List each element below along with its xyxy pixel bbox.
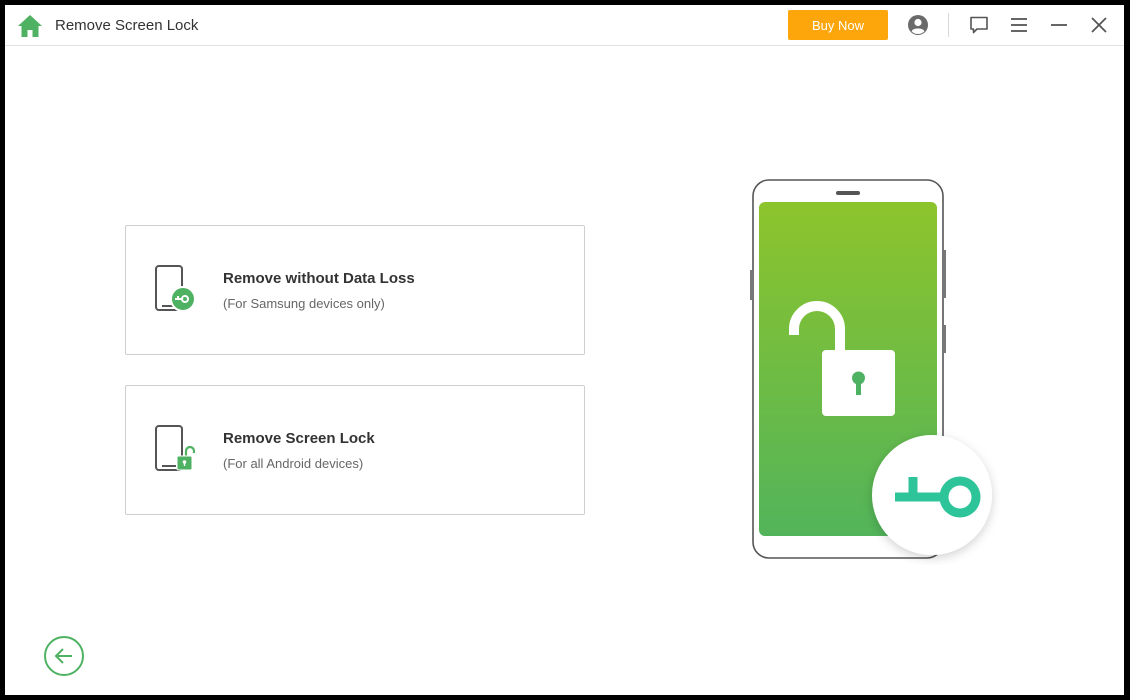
home-icon[interactable]	[17, 14, 43, 38]
option-title: Remove Screen Lock	[223, 430, 375, 447]
minimize-icon[interactable]	[1048, 14, 1070, 36]
back-arrow-icon[interactable]	[43, 635, 85, 677]
buy-now-button[interactable]: Buy Now	[788, 10, 888, 40]
close-icon[interactable]	[1088, 14, 1110, 36]
app-title: Remove Screen Lock	[55, 17, 199, 34]
feedback-icon[interactable]	[968, 14, 990, 36]
title-bar: Remove Screen Lock Buy Now	[5, 5, 1124, 46]
option-remove-without-data-loss[interactable]: Remove without Data Loss (For Samsung de…	[125, 225, 585, 355]
toolbar-divider	[948, 13, 949, 37]
phone-key-icon	[155, 265, 196, 312]
option-title: Remove without Data Loss	[223, 270, 415, 287]
app-window: Remove Screen Lock Buy Now Remove withou…	[5, 5, 1124, 695]
option-remove-screen-lock[interactable]: Remove Screen Lock (For all Android devi…	[125, 385, 585, 515]
user-account-icon[interactable]	[907, 14, 929, 36]
option-subtitle: (For Samsung devices only)	[223, 296, 385, 311]
phone-unlock-illustration	[750, 179, 992, 559]
phone-unlock-icon	[155, 425, 196, 471]
option-subtitle: (For all Android devices)	[223, 456, 364, 471]
menu-icon[interactable]	[1008, 14, 1030, 36]
